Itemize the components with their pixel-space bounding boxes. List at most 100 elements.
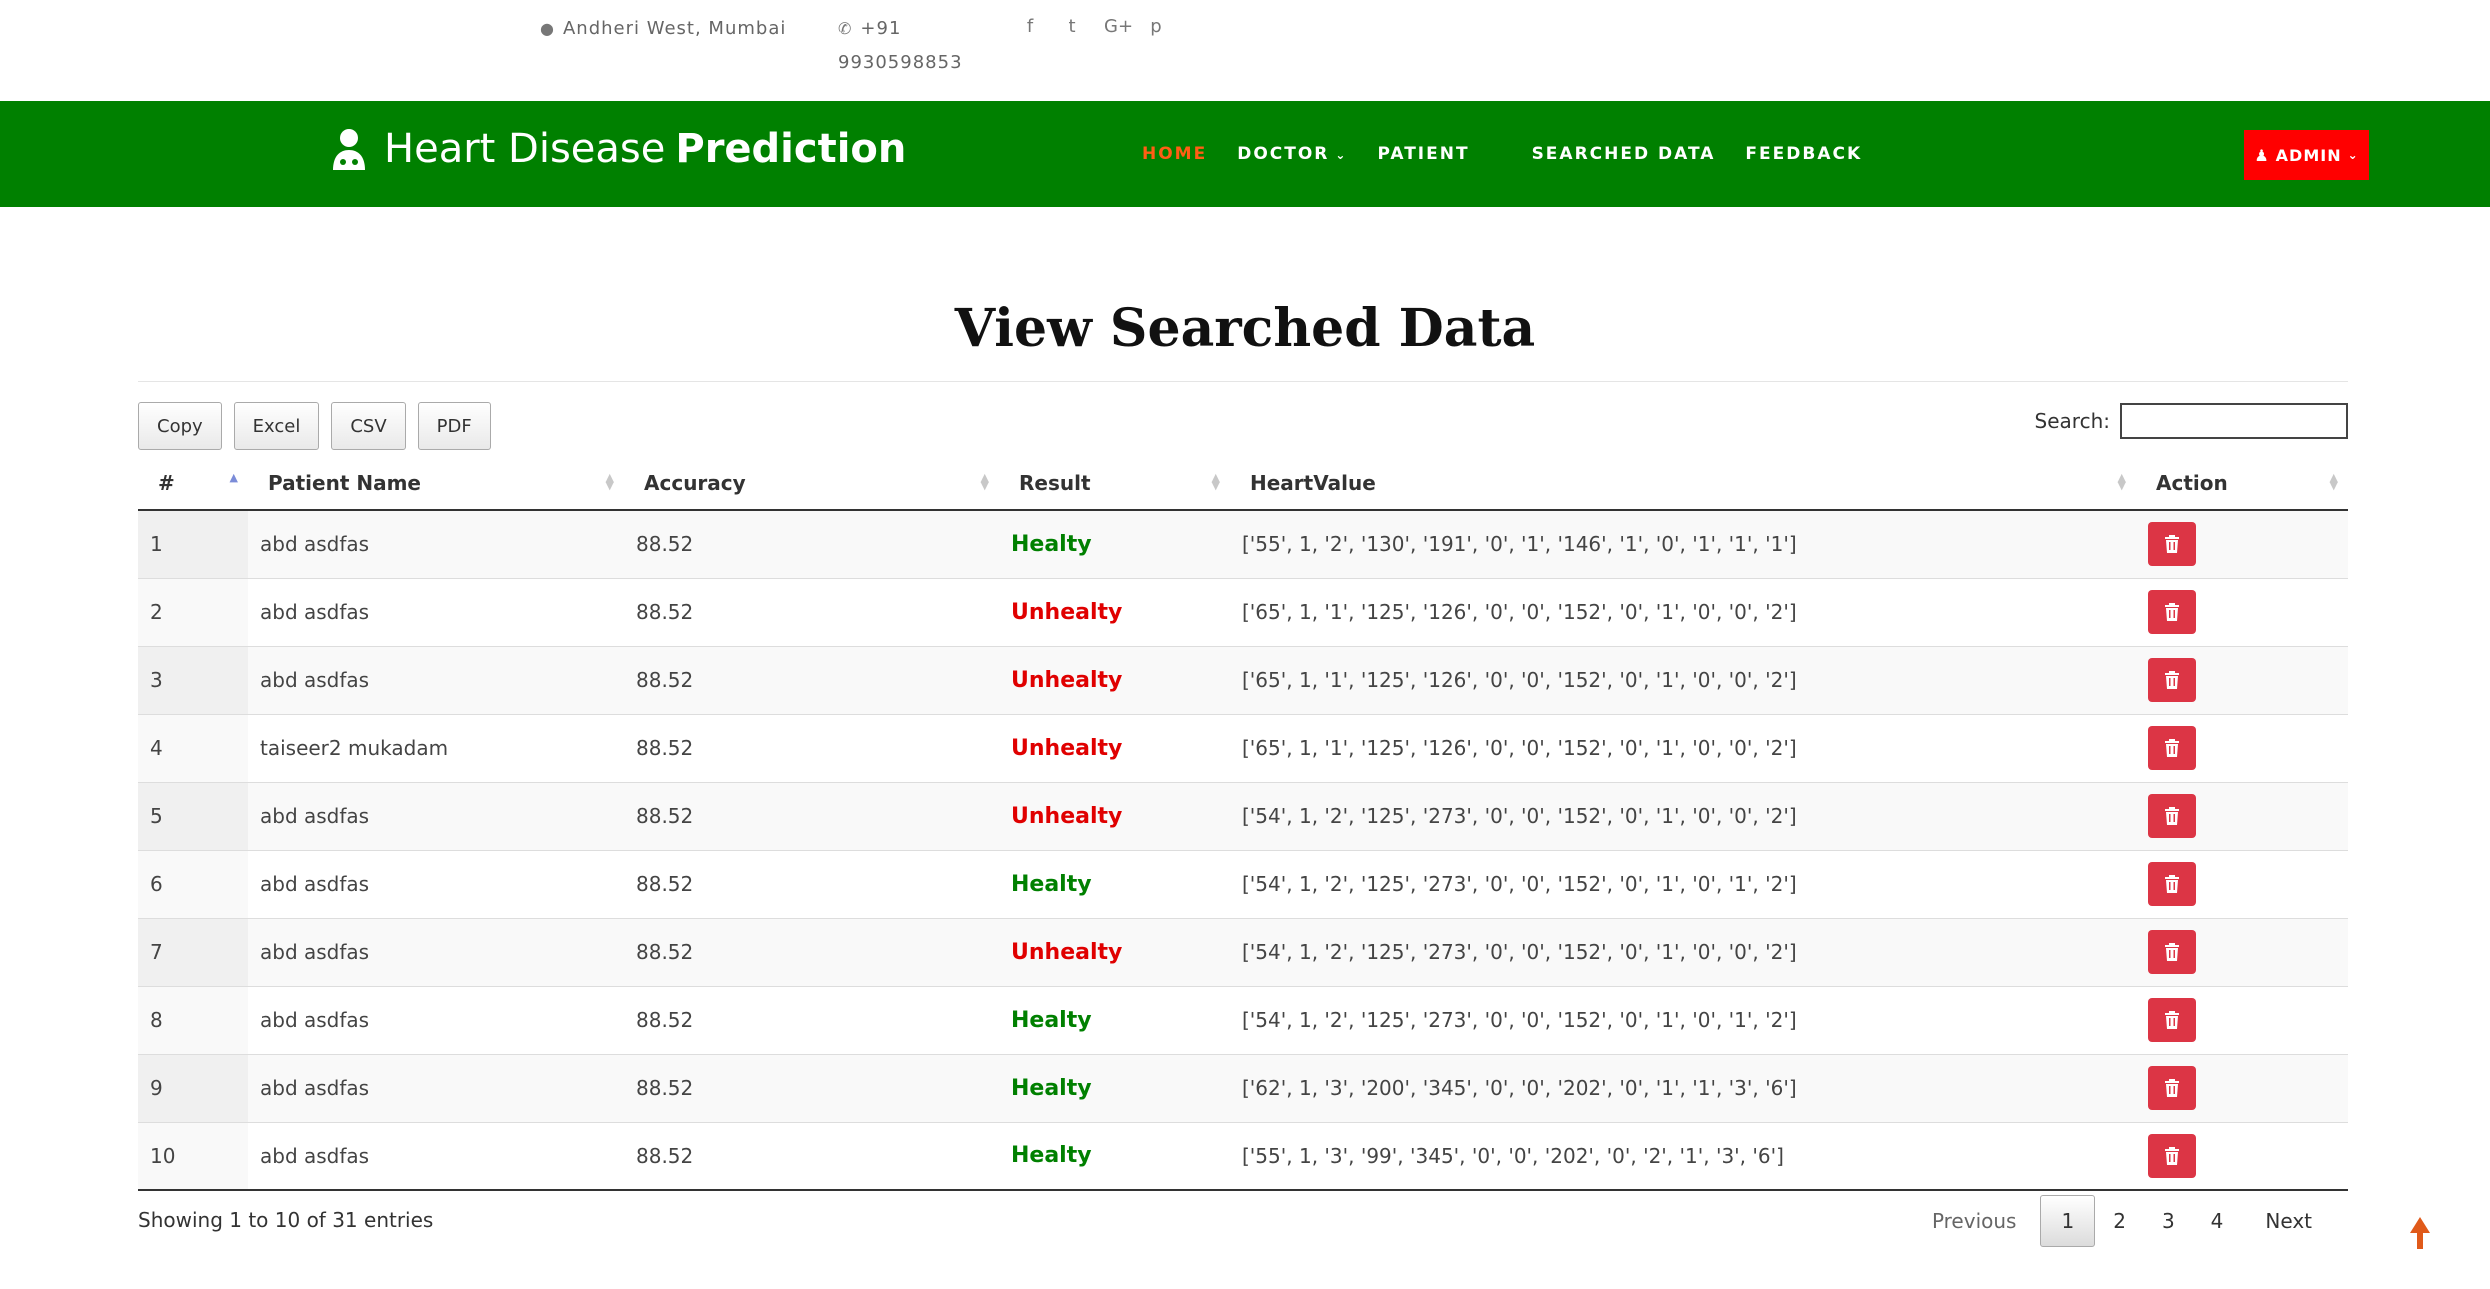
table-row: 7 abd asdfas 88.52 Unhealty ['54', 1, '2', '… <box>138 917 2348 986</box>
delete-button[interactable] <box>2148 998 2196 1042</box>
cell-patient-name: abd asdfas <box>248 645 624 714</box>
nav-searched-data[interactable]: SEARCHED DATA <box>1532 144 1716 164</box>
cell-number: 1 <box>138 509 248 578</box>
cell-patient-name: abd asdfas <box>248 509 624 578</box>
header-patient-name[interactable]: Patient Name ▲ ▼ <box>248 456 624 511</box>
export-buttons: Copy Excel CSV PDF <box>138 402 491 450</box>
cell-number: 9 <box>138 1053 248 1122</box>
previous-page-button[interactable]: Previous <box>1914 1195 2035 1247</box>
title-divider <box>138 381 2348 382</box>
search-input[interactable] <box>2120 403 2348 439</box>
cell-result: Unhealty <box>999 577 1230 646</box>
sort-icon: ▲ <box>229 471 238 484</box>
twitter-icon[interactable]: t <box>1062 16 1082 37</box>
phone-text-line1: +91 <box>860 18 902 39</box>
delete-button[interactable] <box>2148 930 2196 974</box>
header-action[interactable]: Action ▲ ▼ <box>2136 456 2348 511</box>
pinterest-icon[interactable]: p <box>1146 16 1166 37</box>
delete-button[interactable] <box>2148 1066 2196 1110</box>
cell-patient-name: abd asdfas <box>248 577 624 646</box>
table-row: 8 abd asdfas 88.52 Healty ['54', 1, '2', '12… <box>138 985 2348 1054</box>
csv-button[interactable]: CSV <box>331 402 406 450</box>
delete-button[interactable] <box>2148 1133 2196 1178</box>
table-row: 1 abd asdfas 88.52 Healty ['55', 1, '2', '13… <box>138 509 2348 578</box>
cell-accuracy: 88.52 <box>624 645 999 714</box>
cell-number: 8 <box>138 985 248 1054</box>
header-number[interactable]: # ▲ <box>138 456 248 511</box>
cell-action <box>2136 917 2348 986</box>
phone-text-line2: 9930598853 <box>838 52 963 73</box>
page-1-button[interactable]: 1 <box>2040 1195 2096 1247</box>
brand-light-text: Heart Disease <box>384 126 666 172</box>
trash-icon <box>2165 875 2179 893</box>
delete-button[interactable] <box>2148 726 2196 770</box>
excel-button[interactable]: Excel <box>233 402 320 450</box>
google-plus-icon[interactable]: G+ <box>1104 16 1133 37</box>
cell-result: Unhealty <box>999 917 1230 986</box>
sort-icon: ▲ ▼ <box>1211 471 1220 492</box>
delete-button[interactable] <box>2148 590 2196 634</box>
trash-icon <box>2165 807 2179 825</box>
map-marker-icon: ● <box>540 19 555 38</box>
page-title: View Searched Data <box>954 298 1536 359</box>
page-2-button[interactable]: 2 <box>2095 1195 2144 1247</box>
doctor-icon <box>333 129 365 170</box>
cell-accuracy: 88.52 <box>624 917 999 986</box>
address-item: ● Andheri West, Mumbai <box>540 12 786 46</box>
cell-heartvalue: ['65', 1, '1', '125', '126', '0', '0', '… <box>1230 713 2136 782</box>
cell-accuracy: 88.52 <box>624 1121 999 1191</box>
cell-patient-name: abd asdfas <box>248 849 624 918</box>
header-heartvalue[interactable]: HeartValue ▲ ▼ <box>1230 456 2136 511</box>
table-body: 1 abd asdfas 88.52 Healty ['55', 1, '2', '13… <box>138 509 2348 1191</box>
header-action-label: Action <box>2156 470 2228 495</box>
cell-result: Healty <box>999 985 1230 1054</box>
cell-number: 10 <box>138 1121 248 1191</box>
facebook-icon[interactable]: f <box>1020 16 1040 37</box>
cell-number: 6 <box>138 849 248 918</box>
cell-accuracy: 88.52 <box>624 781 999 850</box>
table-row: 9 abd asdfas 88.52 Healty ['62', 1, '3', '20… <box>138 1053 2348 1122</box>
copy-button[interactable]: Copy <box>138 402 222 450</box>
delete-button[interactable] <box>2148 522 2196 567</box>
pdf-button[interactable]: PDF <box>417 402 491 450</box>
scroll-to-top-icon[interactable] <box>2408 1215 2432 1251</box>
next-page-button[interactable]: Next <box>2247 1195 2330 1247</box>
cell-result: Unhealty <box>999 713 1230 782</box>
table-row: 3 abd asdfas 88.52 Unhealty ['65', 1, '1', '… <box>138 645 2348 714</box>
header-result[interactable]: Result ▲ ▼ <box>999 456 1230 511</box>
trash-icon <box>2165 671 2179 689</box>
trash-icon <box>2165 739 2179 757</box>
table-row: 4 taiseer2 mukadam 88.52 Unhealty ['65', 1, … <box>138 713 2348 782</box>
delete-button[interactable] <box>2148 794 2196 838</box>
cell-heartvalue: ['55', 1, '3', '99', '345', '0', '0', '2… <box>1230 1121 2136 1191</box>
social-links: f t G+ p <box>1020 16 1166 37</box>
search-box: Search: <box>2035 403 2348 439</box>
header-patient-name-label: Patient Name <box>268 470 421 495</box>
delete-button[interactable] <box>2148 658 2196 702</box>
cell-patient-name: abd asdfas <box>248 985 624 1054</box>
admin-dropdown-button[interactable]: ♟ ADMIN ⌄ <box>2244 130 2369 180</box>
page-3-button[interactable]: 3 <box>2144 1195 2193 1247</box>
phone-item: ✆ +91 9930598853 <box>838 12 963 80</box>
nav-doctor[interactable]: DOCTOR ⌄ <box>1237 144 1347 164</box>
table-row: 2 abd asdfas 88.52 Unhealty ['65', 1, '1', '… <box>138 577 2348 646</box>
trash-icon <box>2165 535 2179 554</box>
cell-accuracy: 88.52 <box>624 985 999 1054</box>
cell-number: 2 <box>138 577 248 646</box>
trash-icon <box>2165 1146 2179 1165</box>
header-accuracy[interactable]: Accuracy ▲ ▼ <box>624 456 999 511</box>
nav-feedback[interactable]: FEEDBACK <box>1745 144 1862 164</box>
searched-data-table: # ▲ Patient Name ▲ ▼ Accuracy ▲ ▼ Result ▲ ▼ He… <box>138 456 2348 1191</box>
nav-patient[interactable]: PATIENT <box>1377 144 1469 164</box>
delete-button[interactable] <box>2148 862 2196 906</box>
sort-icon: ▲ ▼ <box>605 471 614 492</box>
cell-heartvalue: ['54', 1, '2', '125', '273', '0', '0', '… <box>1230 917 2136 986</box>
cell-heartvalue: ['54', 1, '2', '125', '273', '0', '0', '… <box>1230 985 2136 1054</box>
brand[interactable]: Heart Disease Prediction <box>330 126 906 172</box>
nav-home[interactable]: HOME <box>1142 144 1207 164</box>
cell-accuracy: 88.52 <box>624 849 999 918</box>
cell-patient-name: abd asdfas <box>248 781 624 850</box>
page-4-button[interactable]: 4 <box>2193 1195 2242 1247</box>
trash-icon <box>2165 603 2179 621</box>
header-heartvalue-label: HeartValue <box>1250 470 1376 495</box>
